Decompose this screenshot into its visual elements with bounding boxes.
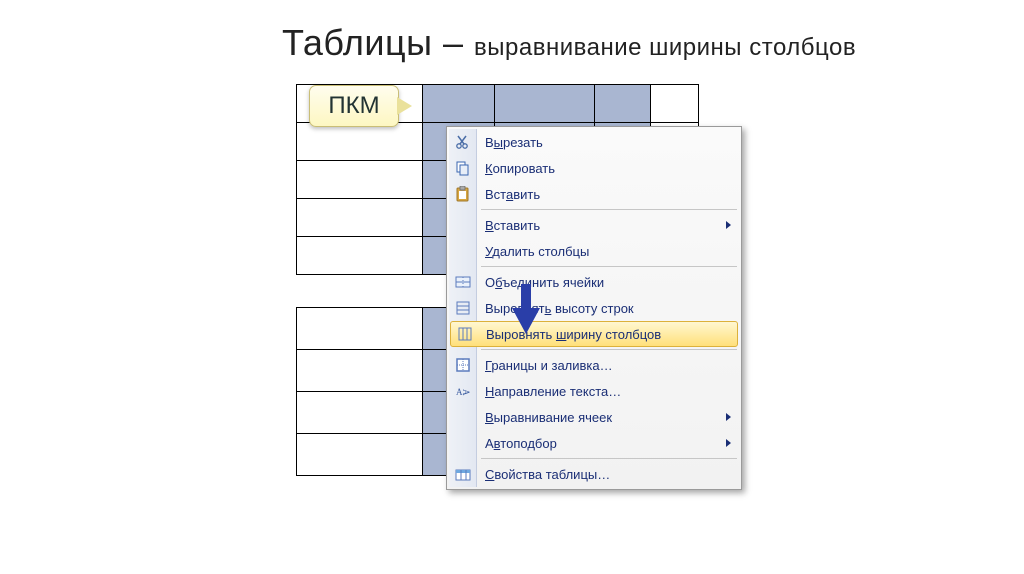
merge-cells-icon — [454, 273, 472, 291]
menu-copy[interactable]: Копировать — [449, 155, 739, 181]
menu-label: Копировать — [485, 161, 555, 176]
paste-icon — [454, 185, 472, 203]
menu-distribute-rows[interactable]: Выровнять высоту строк — [449, 295, 739, 321]
menu-label: Направление текста… — [485, 384, 621, 399]
title-main: Таблицы – — [282, 22, 474, 63]
copy-icon — [454, 159, 472, 177]
chevron-right-icon — [726, 413, 731, 421]
callout-rmb: ПКМ — [309, 85, 399, 127]
distribute-rows-icon — [454, 299, 472, 317]
context-menu: Вырезать Копировать Вставить Вставить Уд… — [446, 126, 742, 490]
table-properties-icon — [454, 465, 472, 483]
chevron-right-icon — [726, 439, 731, 447]
page-title: Таблицы – выравнивание ширины столбцов — [282, 22, 856, 64]
menu-delete-columns[interactable]: Удалить столбцы — [449, 238, 739, 264]
menu-label: Автоподбор — [485, 436, 557, 451]
menu-paste[interactable]: Вставить — [449, 181, 739, 207]
menu-cell-alignment[interactable]: Выравнивание ячеек — [449, 404, 739, 430]
arrow-annotation — [512, 284, 540, 336]
menu-separator — [481, 266, 737, 267]
menu-separator — [481, 458, 737, 459]
callout-label: ПКМ — [328, 92, 379, 120]
title-sub: выравнивание ширины столбцов — [474, 34, 856, 61]
text-direction-icon: AA — [454, 382, 472, 400]
menu-label: Вырезать — [485, 135, 543, 150]
menu-table-properties[interactable]: Свойства таблицы… — [449, 461, 739, 487]
menu-label: Объединить ячейки — [485, 275, 604, 290]
menu-merge-cells[interactable]: Объединить ячейки — [449, 269, 739, 295]
distribute-columns-icon — [456, 325, 474, 343]
menu-label: Свойства таблицы… — [485, 467, 610, 482]
menu-label: Вставить — [485, 218, 540, 233]
menu-label: Вставить — [485, 187, 540, 202]
menu-text-direction[interactable]: AA Направление текста… — [449, 378, 739, 404]
menu-separator — [481, 349, 737, 350]
menu-distribute-columns[interactable]: Выровнять ширину столбцов — [450, 321, 738, 347]
menu-insert[interactable]: Вставить — [449, 212, 739, 238]
menu-label: Выравнивание ячеек — [485, 410, 612, 425]
cut-icon — [454, 133, 472, 151]
svg-text:A: A — [461, 389, 471, 396]
menu-label: Удалить столбцы — [485, 244, 589, 259]
menu-label: Выровнять высоту строк — [485, 301, 634, 316]
menu-borders-shading[interactable]: Границы и заливка… — [449, 352, 739, 378]
menu-autofit[interactable]: Автоподбор — [449, 430, 739, 456]
menu-cut[interactable]: Вырезать — [449, 129, 739, 155]
menu-label: Границы и заливка… — [485, 358, 613, 373]
menu-separator — [481, 209, 737, 210]
borders-icon — [454, 356, 472, 374]
chevron-right-icon — [726, 221, 731, 229]
